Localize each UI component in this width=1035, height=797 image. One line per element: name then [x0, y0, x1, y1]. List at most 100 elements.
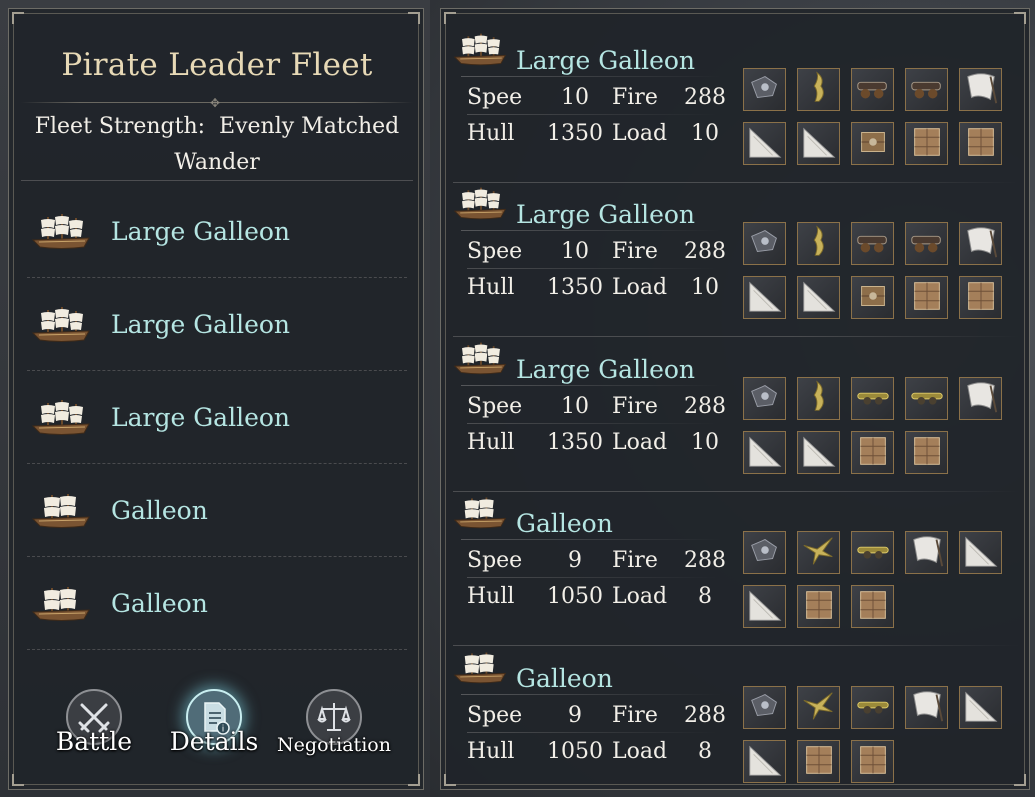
fire-value: 288 [684, 85, 726, 110]
ship-stats: Spee 9 Fire 288 Hull 1050 Load 8 [467, 544, 727, 616]
equipment-slot[interactable] [851, 222, 894, 265]
gold-cannon-icon [854, 378, 892, 420]
fire-label: Fire [612, 394, 658, 419]
fleet-ship-item[interactable]: Large Galleon [27, 185, 407, 278]
equipment-slot[interactable] [797, 377, 840, 420]
battle-button[interactable]: Battle [56, 689, 132, 756]
equipment-slot[interactable] [743, 431, 786, 474]
equipment-slot[interactable] [851, 686, 894, 729]
fleet-ship-item[interactable]: Galleon [27, 464, 407, 557]
equipment-slot[interactable] [959, 68, 1002, 111]
strength-divider [21, 180, 413, 181]
equipment-slot[interactable] [743, 276, 786, 319]
load-label: Load [612, 430, 668, 455]
equipment-slot[interactable] [959, 686, 1002, 729]
equipment-row [743, 68, 1013, 122]
speed-label: Spee [467, 703, 523, 728]
equipment-slot[interactable] [905, 531, 948, 574]
equipment-slot[interactable] [905, 686, 948, 729]
equipment-slot[interactable] [743, 222, 786, 265]
frame-corner [444, 12, 456, 24]
equipment-slot[interactable] [743, 122, 786, 165]
equipment-slot[interactable] [797, 122, 840, 165]
sail-plate-icon [746, 586, 784, 628]
equipment-slot[interactable] [851, 68, 894, 111]
equipment-slot[interactable] [797, 222, 840, 265]
ship-detail-entry: Large Galleon Spee 10 Fire 288 Hull 1350 Load 10 [453, 29, 1019, 183]
cargo-icon [908, 277, 946, 319]
stat-divider [467, 577, 717, 578]
sail-plate-icon [746, 432, 784, 474]
equipment-slot[interactable] [959, 276, 1002, 319]
equipment-slot[interactable] [743, 585, 786, 628]
sail-icon [962, 69, 1000, 111]
cargo-icon [800, 741, 838, 783]
crate-icon [854, 277, 892, 319]
equipment-slot[interactable] [797, 585, 840, 628]
equipment-slot[interactable] [797, 740, 840, 783]
equipment-slot[interactable] [905, 222, 948, 265]
equipment-slot[interactable] [959, 377, 1002, 420]
equipment-slot[interactable] [905, 276, 948, 319]
fire-value: 288 [684, 548, 726, 573]
load-label: Load [612, 584, 668, 609]
fleet-ship-item[interactable]: Large Galleon [27, 278, 407, 371]
equipment-slot[interactable] [851, 122, 894, 165]
equipment-slot[interactable] [743, 740, 786, 783]
equipment-slot[interactable] [851, 276, 894, 319]
fleet-strength-value: Evenly Matched [219, 114, 400, 139]
equipment-slot[interactable] [959, 531, 1002, 574]
cannon-icon [908, 69, 946, 111]
ship-name: Large Galleon [111, 402, 291, 432]
crate-icon [854, 123, 892, 165]
equipment-slot[interactable] [851, 377, 894, 420]
load-value: 10 [691, 430, 719, 455]
equipment-slot[interactable] [797, 276, 840, 319]
equipment-row [743, 431, 1013, 485]
stat-row: Spee 10 Fire 288 [467, 390, 727, 426]
cannon-icon [908, 223, 946, 265]
fleet-strength-label: Fleet Strength: [34, 114, 206, 139]
equipment-slot[interactable] [743, 686, 786, 729]
equipment-slot[interactable] [797, 686, 840, 729]
armor-icon [746, 532, 784, 574]
sail-icon [908, 687, 946, 729]
fleet-ship-item[interactable]: Large Galleon [27, 371, 407, 464]
equipment-slot[interactable] [905, 68, 948, 111]
name-divider [461, 230, 721, 231]
equipment-slot[interactable] [851, 585, 894, 628]
ship-name: Large Galleon [516, 200, 696, 229]
frame-corner [1014, 12, 1026, 24]
cannon-icon [854, 69, 892, 111]
stat-row: Hull 1350 Load 10 [467, 117, 727, 153]
equipment-slot[interactable] [905, 122, 948, 165]
equipment-slot[interactable] [959, 222, 1002, 265]
equipment-slot[interactable] [743, 531, 786, 574]
equipment-slot[interactable] [905, 431, 948, 474]
equipment-slot[interactable] [851, 431, 894, 474]
ship-stats: Spee 10 Fire 288 Hull 1350 Load 10 [467, 235, 727, 307]
hull-label: Hull [467, 275, 515, 300]
large-galleon-icon [453, 29, 509, 69]
equipment-slot[interactable] [797, 431, 840, 474]
fleet-ship-item[interactable]: Galleon [27, 557, 407, 650]
details-button[interactable]: i Details [170, 689, 258, 756]
equipment-slot[interactable] [743, 68, 786, 111]
equipment-grid [743, 686, 1013, 794]
equipment-slot[interactable] [797, 531, 840, 574]
armor-icon [746, 69, 784, 111]
equipment-slot[interactable] [743, 377, 786, 420]
eagle-figurehead-icon [800, 532, 838, 574]
equipment-slot[interactable] [905, 377, 948, 420]
equipment-slot[interactable] [851, 531, 894, 574]
ship-name: Large Galleon [111, 309, 291, 339]
equipment-slot[interactable] [851, 740, 894, 783]
negotiation-button[interactable]: Negotiation [277, 689, 391, 756]
equipment-slot[interactable] [797, 68, 840, 111]
galleon-icon [31, 490, 93, 530]
hull-value: 1050 [547, 584, 603, 609]
speed-label: Spee [467, 548, 523, 573]
load-value: 10 [691, 121, 719, 146]
hull-label: Hull [467, 430, 515, 455]
equipment-slot[interactable] [959, 122, 1002, 165]
